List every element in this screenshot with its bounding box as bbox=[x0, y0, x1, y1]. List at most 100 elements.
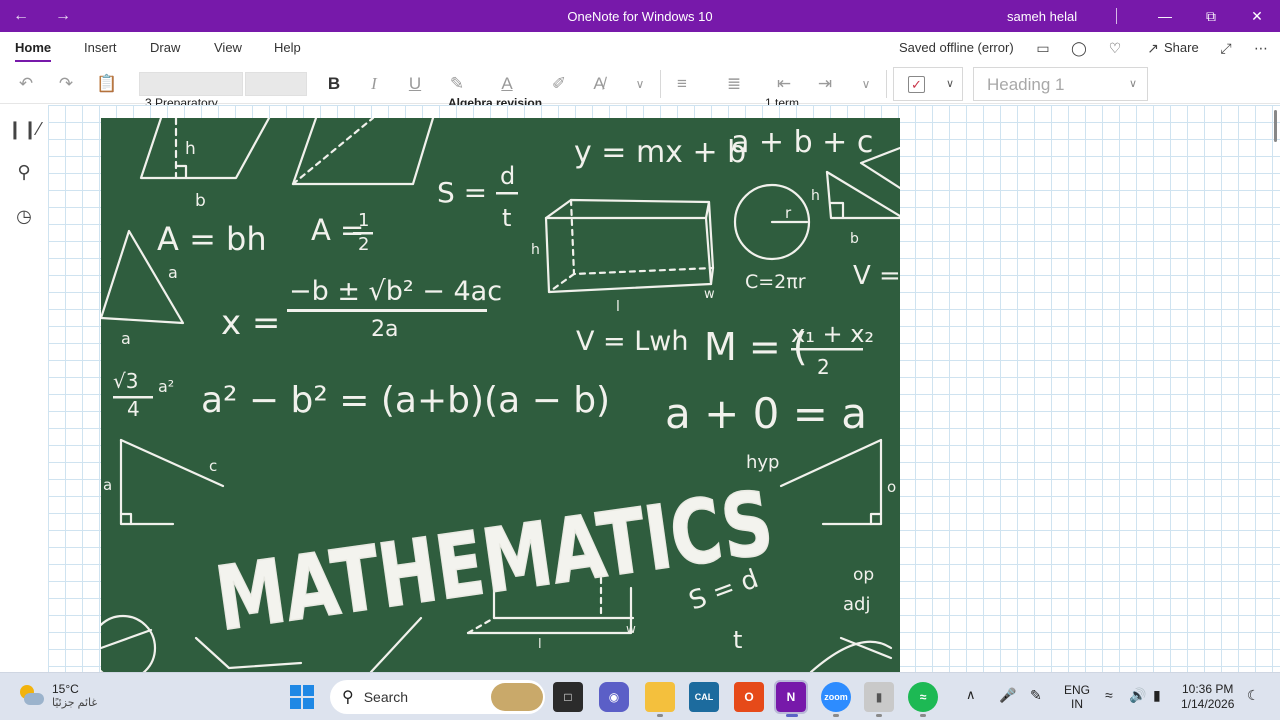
chevron-down-icon: ∨ bbox=[946, 78, 955, 90]
notebooks-icon[interactable]: ❙❙⁄ bbox=[7, 117, 40, 141]
chevron-up-icon[interactable]: ∧ bbox=[966, 687, 976, 703]
label-b: b bbox=[195, 191, 206, 211]
formula-adj: adj bbox=[843, 594, 870, 615]
label-w: w bbox=[626, 622, 636, 636]
wifi-icon[interactable]: ≈ bbox=[1105, 687, 1113, 703]
onenote-icon[interactable]: N bbox=[774, 680, 808, 714]
lightbulb-icon[interactable]: ◯ bbox=[1067, 36, 1091, 60]
formula-a-squared: a² bbox=[158, 377, 174, 396]
formula-line: y = mx + b bbox=[574, 135, 746, 170]
back-icon[interactable]: ← bbox=[10, 0, 32, 32]
restore-button[interactable]: ⧉ bbox=[1188, 0, 1234, 32]
task-view-icon[interactable]: □ bbox=[553, 682, 583, 712]
redo-icon[interactable]: ↷ bbox=[53, 72, 79, 96]
weather-condition: غائم جزئيًا bbox=[52, 697, 98, 709]
outdent-icon[interactable]: ⇤ bbox=[771, 72, 797, 96]
clipboard-icon[interactable]: 📋 bbox=[94, 72, 120, 96]
clock-date: 1/14/2026 bbox=[1181, 697, 1235, 711]
tab-home[interactable]: Home bbox=[15, 40, 52, 62]
underline-icon[interactable]: U bbox=[402, 72, 428, 96]
formula-circle: C=2πr bbox=[745, 271, 806, 293]
calendar-app-icon[interactable]: CAL bbox=[689, 682, 719, 712]
office-icon[interactable]: O bbox=[734, 682, 764, 712]
taskbar-search[interactable]: ⚲ Search bbox=[330, 680, 545, 714]
usb-drive-icon[interactable]: ▮ bbox=[864, 682, 894, 712]
spotify-icon[interactable]: ≈ bbox=[908, 682, 938, 712]
chevron-down-icon[interactable]: ∨ bbox=[853, 72, 879, 96]
focus-moon-icon[interactable]: ☾ bbox=[1247, 687, 1260, 704]
notebook-icon[interactable]: ▭ bbox=[1031, 36, 1055, 60]
bullets-icon[interactable]: ≡ bbox=[669, 72, 695, 96]
formula-area-half: A = bbox=[311, 213, 364, 247]
microphone-icon[interactable]: 🎤 bbox=[999, 687, 1016, 704]
teams-icon[interactable]: ◉ bbox=[599, 682, 629, 712]
search-icon: ⚲ bbox=[342, 689, 354, 706]
toolbar-divider bbox=[886, 70, 887, 98]
label-a: a bbox=[168, 263, 178, 282]
zoom-icon[interactable]: zoom bbox=[821, 682, 851, 712]
indent-icon[interactable]: ⇥ bbox=[812, 72, 838, 96]
tag-dropdown[interactable]: ✓ ∨ bbox=[893, 67, 963, 101]
file-explorer-icon[interactable] bbox=[645, 682, 675, 712]
chevron-down-icon[interactable]: ∨ bbox=[627, 72, 653, 96]
weather-widget[interactable]: 15°C غائم جزئيًا bbox=[18, 682, 97, 709]
pen-icon[interactable]: ✎ bbox=[1030, 687, 1042, 704]
tab-view[interactable]: View bbox=[214, 40, 242, 55]
page-text-grade: 3 Preparatory bbox=[145, 97, 218, 105]
minimize-button[interactable]: — bbox=[1142, 0, 1188, 32]
formula-quad-den: 2a bbox=[371, 317, 398, 342]
tab-insert[interactable]: Insert bbox=[84, 40, 117, 55]
left-rail: ❙❙⁄ ⚲ ◷ bbox=[0, 105, 48, 672]
forward-icon[interactable]: → bbox=[52, 0, 74, 32]
language-indicator[interactable]: ENG IN bbox=[1064, 683, 1090, 711]
math-chalkboard-image[interactable]: h b a a h l w r h b c a o h l w y = mx +… bbox=[101, 118, 900, 672]
share-icon[interactable]: ↗ bbox=[1141, 36, 1165, 60]
formula-half-den: 2 bbox=[358, 234, 369, 255]
style-dropdown[interactable]: Heading 1 ∨ bbox=[973, 67, 1148, 101]
tab-help[interactable]: Help bbox=[274, 40, 301, 55]
active-app-indicator bbox=[786, 714, 798, 717]
more-icon[interactable]: ⋯ bbox=[1249, 36, 1273, 60]
sync-status[interactable]: Saved offline (error) bbox=[899, 40, 1014, 55]
share-button[interactable]: Share bbox=[1164, 40, 1199, 55]
format-painter-icon[interactable]: ✐ bbox=[546, 72, 572, 96]
highlight-icon[interactable]: ✎ bbox=[444, 72, 470, 96]
undo-icon[interactable]: ↶ bbox=[13, 72, 39, 96]
ribbon-tabs: Home Insert Draw View Help Saved offline… bbox=[0, 32, 1280, 64]
label-l: l bbox=[538, 637, 542, 652]
font-size-box[interactable] bbox=[245, 72, 307, 96]
search-highlight-icon bbox=[491, 683, 543, 711]
vertical-scrollbar[interactable] bbox=[1274, 110, 1277, 142]
user-name[interactable]: sameh helal bbox=[1007, 9, 1077, 24]
font-color-icon[interactable]: A bbox=[494, 72, 520, 96]
battery-icon[interactable]: ▮ bbox=[1153, 687, 1161, 704]
language-region: IN bbox=[1071, 697, 1083, 711]
title-separator bbox=[1116, 8, 1117, 24]
expand-icon[interactable]: ⤢ bbox=[1214, 36, 1238, 60]
bold-icon[interactable]: B bbox=[321, 72, 347, 96]
label-a: a bbox=[103, 476, 112, 494]
weather-temp: 15°C bbox=[52, 682, 79, 696]
tab-draw[interactable]: Draw bbox=[150, 40, 180, 55]
recent-icon[interactable]: ◷ bbox=[12, 204, 36, 228]
formula-diff-squares: a² − b² = (a+b)(a − b) bbox=[201, 380, 610, 421]
numbering-icon[interactable]: ≣ bbox=[721, 72, 747, 96]
label-b: b bbox=[850, 231, 859, 247]
close-button[interactable]: ✕ bbox=[1234, 0, 1280, 32]
toolbar-divider bbox=[660, 70, 661, 98]
formula-speed: S = bbox=[437, 176, 487, 209]
style-value: Heading 1 bbox=[987, 75, 1065, 94]
formula-mid-num: x₁ + x₂ bbox=[791, 320, 874, 348]
volume-icon[interactable]: 🔊 bbox=[1129, 687, 1146, 704]
bell-icon[interactable]: ♡ bbox=[1103, 36, 1127, 60]
italic-icon[interactable]: I bbox=[361, 72, 387, 96]
formula-mid-den: 2 bbox=[817, 355, 830, 379]
formula-identity: a + 0 = a bbox=[665, 389, 867, 438]
chalkboard-drawing: h b a a h l w r h b c a o h l w y = mx +… bbox=[101, 118, 900, 672]
search-icon[interactable]: ⚲ bbox=[12, 160, 36, 184]
taskbar-clock[interactable]: 10:36 PM 1/14/2026 bbox=[1181, 682, 1234, 712]
title-bar: ← → OneNote for Windows 10 sameh helal —… bbox=[0, 0, 1280, 32]
clear-format-icon[interactable]: A̸ bbox=[586, 72, 612, 96]
font-name-box[interactable] bbox=[139, 72, 243, 96]
start-icon[interactable] bbox=[287, 682, 317, 712]
